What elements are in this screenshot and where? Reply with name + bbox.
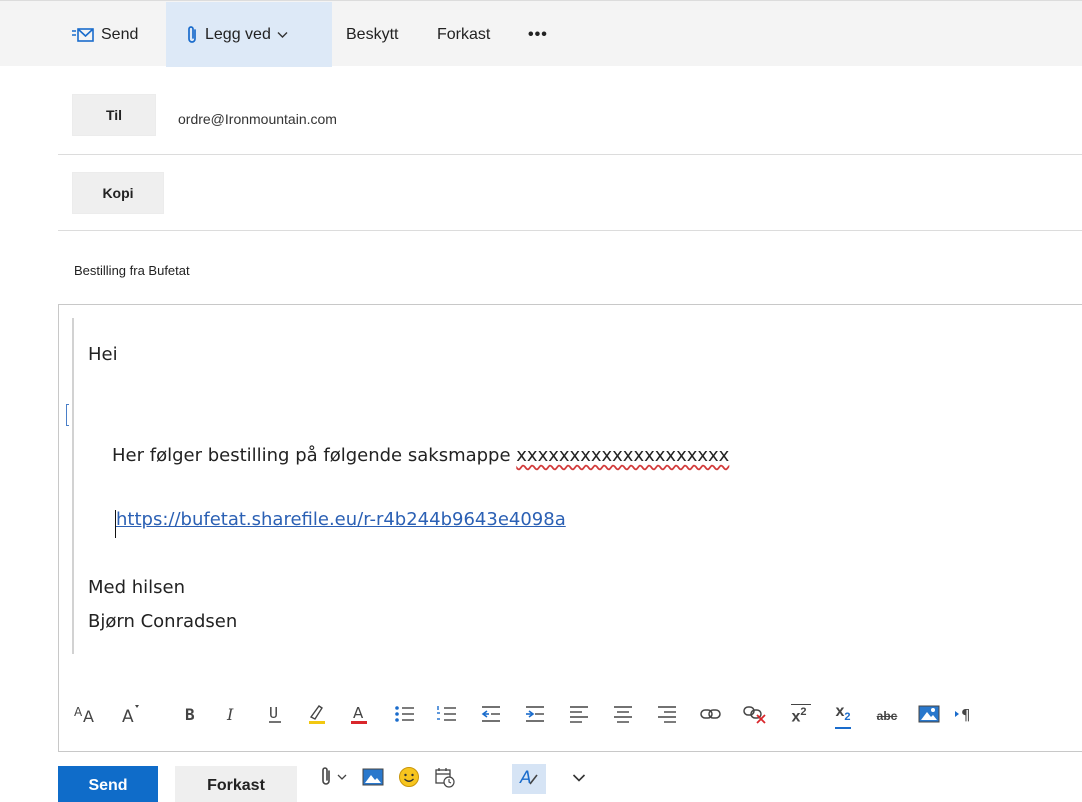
svg-text:A: A — [83, 707, 94, 725]
paragraph-button[interactable]: ¶ — [954, 696, 974, 736]
font-color-button[interactable]: A — [344, 696, 374, 736]
case-folder-placeholder: xxxxxxxxxxxxxxxxxxxx — [516, 445, 730, 466]
order-text-prefix: Her følger bestilling på følgende saksma… — [112, 445, 517, 466]
sharefile-link[interactable]: https://bufetat.sharefile.eu/r-r4b244b96… — [116, 509, 566, 530]
highlight-button[interactable] — [302, 696, 332, 736]
svg-text:A: A — [74, 705, 83, 719]
insert-link-button[interactable] — [696, 696, 726, 736]
send-command-label: Send — [101, 25, 139, 43]
send-button[interactable]: Send — [58, 766, 158, 802]
insert-image-button[interactable] — [360, 764, 386, 794]
unlink-icon — [742, 703, 768, 730]
more-options-button[interactable]: ••• — [528, 2, 548, 67]
svg-text:A: A — [353, 704, 364, 722]
protect-command-label: Beskytt — [346, 25, 399, 43]
italic-icon: I — [224, 704, 242, 729]
grow-font-icon: A — [119, 703, 143, 730]
svg-text:A: A — [519, 768, 532, 788]
svg-text:¶: ¶ — [961, 706, 971, 724]
calendar-clock-icon — [434, 766, 456, 793]
superscript-icon: x2 — [791, 703, 812, 726]
closing-text: Med hilsen — [88, 577, 186, 598]
font-size-icon: A A — [72, 703, 102, 730]
remove-link-button[interactable] — [740, 696, 770, 736]
strikethrough-icon: abc — [876, 709, 898, 723]
smiley-icon — [398, 766, 420, 793]
grow-font-button[interactable]: A — [116, 696, 146, 736]
svg-text:U: U — [269, 704, 278, 722]
superscript-button[interactable]: x2 — [784, 696, 814, 736]
selection-marker — [66, 404, 69, 426]
order-text: Her følger bestilling på følgende saksma… — [112, 445, 729, 466]
font-color-icon: A — [349, 703, 369, 730]
subscript-icon: x2 — [835, 703, 851, 730]
align-left-icon — [568, 704, 590, 729]
svg-text:I: I — [226, 705, 234, 724]
chevron-down-icon — [277, 28, 288, 42]
divider — [58, 154, 1082, 155]
command-bar: Send Legg ved Beskytt Forkast ••• — [0, 0, 1082, 67]
discard-button[interactable]: Forkast — [175, 766, 297, 802]
svg-text:A: A — [122, 707, 134, 725]
link-icon — [699, 704, 723, 729]
subscript-mark: 2 — [844, 711, 851, 724]
highlighter-icon — [307, 703, 327, 730]
bullets-button[interactable] — [390, 696, 420, 736]
send-command-button[interactable]: Send — [72, 2, 138, 67]
chevron-down-icon — [572, 770, 586, 788]
svg-text:B: B — [185, 705, 195, 724]
numbering-button[interactable] — [432, 696, 462, 736]
attach-command-button[interactable]: Legg ved — [166, 2, 332, 67]
image-icon — [362, 767, 384, 792]
greeting-text: Hei — [88, 344, 118, 365]
align-left-button[interactable] — [564, 696, 594, 736]
bold-button[interactable]: B — [176, 696, 206, 736]
insert-picture-button[interactable] — [914, 696, 944, 736]
align-right-button[interactable] — [652, 696, 682, 736]
align-center-button[interactable] — [608, 696, 638, 736]
discard-command-button[interactable]: Forkast — [437, 2, 490, 67]
more-icon: ••• — [528, 25, 548, 43]
picture-icon — [918, 704, 940, 729]
subscript-button[interactable]: x2 — [828, 696, 858, 736]
format-text-button[interactable]: A — [512, 764, 546, 794]
formatting-toolbar: A A A B I U A x2 x2 abc ¶ — [72, 696, 1082, 736]
discard-command-label: Forkast — [437, 25, 491, 43]
bullet-list-icon — [394, 704, 416, 729]
font-size-button[interactable]: A A — [72, 696, 102, 736]
attach-button[interactable] — [318, 764, 354, 794]
schedule-button[interactable] — [432, 764, 458, 794]
paperclip-icon — [186, 25, 198, 45]
underline-button[interactable]: U — [260, 696, 290, 736]
italic-button[interactable]: I — [218, 696, 248, 736]
bold-icon: B — [182, 704, 200, 729]
send-mail-icon — [72, 27, 94, 43]
strikethrough-button[interactable]: abc — [872, 696, 902, 736]
to-recipient[interactable]: ordre@Ironmountain.com — [178, 111, 337, 127]
numbered-list-icon — [436, 704, 458, 729]
format-text-icon: A — [518, 766, 540, 793]
paragraph-icon: ¶ — [954, 704, 974, 729]
signature-text: Bjørn Conradsen — [88, 611, 238, 632]
emoji-button[interactable] — [396, 764, 422, 794]
compose-window: Send Legg ved Beskytt Forkast ••• Til or… — [0, 0, 1082, 802]
subject-field[interactable]: Bestilling fra Bufetat — [74, 263, 190, 278]
to-button[interactable]: Til — [72, 94, 156, 136]
cc-button[interactable]: Kopi — [72, 172, 164, 214]
indent-icon — [524, 704, 546, 729]
protect-command-button[interactable]: Beskytt — [346, 2, 398, 67]
divider — [58, 230, 1082, 231]
align-right-icon — [656, 704, 678, 729]
superscript-mark: 2 — [800, 705, 807, 718]
align-center-icon — [612, 704, 634, 729]
increase-indent-button[interactable] — [520, 696, 550, 736]
paperclip-icon — [319, 766, 353, 793]
quote-bar — [72, 318, 74, 654]
attach-command-label: Legg ved — [205, 25, 271, 43]
more-options-chevron[interactable] — [568, 764, 590, 794]
outdent-icon — [480, 704, 502, 729]
decrease-indent-button[interactable] — [476, 696, 506, 736]
underline-icon: U — [266, 703, 284, 730]
